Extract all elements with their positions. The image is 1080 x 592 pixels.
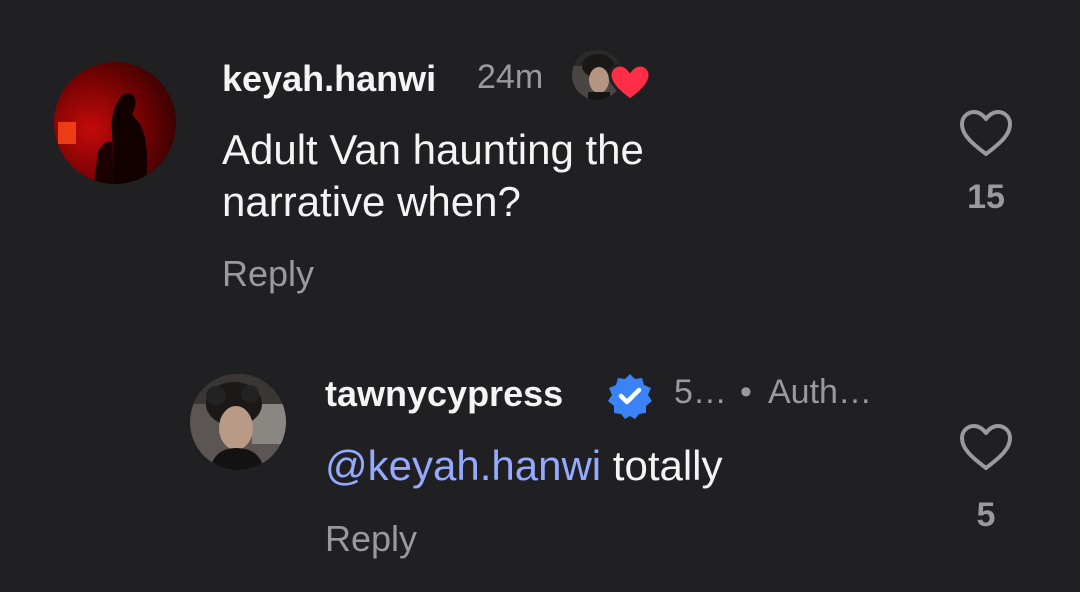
comment-text-rest: totally: [601, 442, 723, 489]
dark-red-silhouette-icon: [54, 62, 176, 184]
verified-badge-icon: [606, 372, 654, 420]
comment-timestamp: 24m: [477, 58, 544, 96]
author-label: Auth…: [768, 373, 872, 411]
like-button[interactable]: [958, 108, 1014, 160]
mention-link[interactable]: @keyah.hanwi: [325, 442, 601, 489]
avatar[interactable]: [54, 62, 176, 184]
reply-button[interactable]: Reply: [222, 253, 314, 295]
like-button[interactable]: [958, 422, 1014, 474]
heart-outline-icon: [960, 424, 1012, 470]
comment-username[interactable]: tawnycypress: [325, 373, 563, 415]
reply-button[interactable]: Reply: [325, 518, 417, 560]
author-portrait-icon: [190, 374, 286, 470]
mention-username: keyah.hanwi: [367, 442, 602, 489]
heart-outline-icon: [960, 110, 1012, 156]
avatar[interactable]: [190, 374, 286, 470]
like-count: 5: [976, 496, 996, 534]
comment-text: @keyah.hanwi totally: [325, 440, 723, 492]
like-count: 15: [967, 178, 1005, 216]
heart-badge-icon: [608, 63, 652, 102]
comment-username[interactable]: keyah.hanwi: [222, 58, 436, 100]
comment-text: Adult Van haunting the narrative when?: [222, 124, 644, 228]
author-liked-badge: [570, 48, 654, 104]
meta-separator: •: [740, 373, 752, 411]
comment-text-line: narrative when?: [222, 178, 521, 225]
comment-timestamp: 5…: [674, 373, 727, 411]
comment-text-line: Adult Van haunting the: [222, 126, 644, 173]
comments-thread: keyah.hanwi 24m Adult Van haunting the n…: [0, 0, 1080, 592]
threads-at-icon: @: [325, 442, 368, 489]
